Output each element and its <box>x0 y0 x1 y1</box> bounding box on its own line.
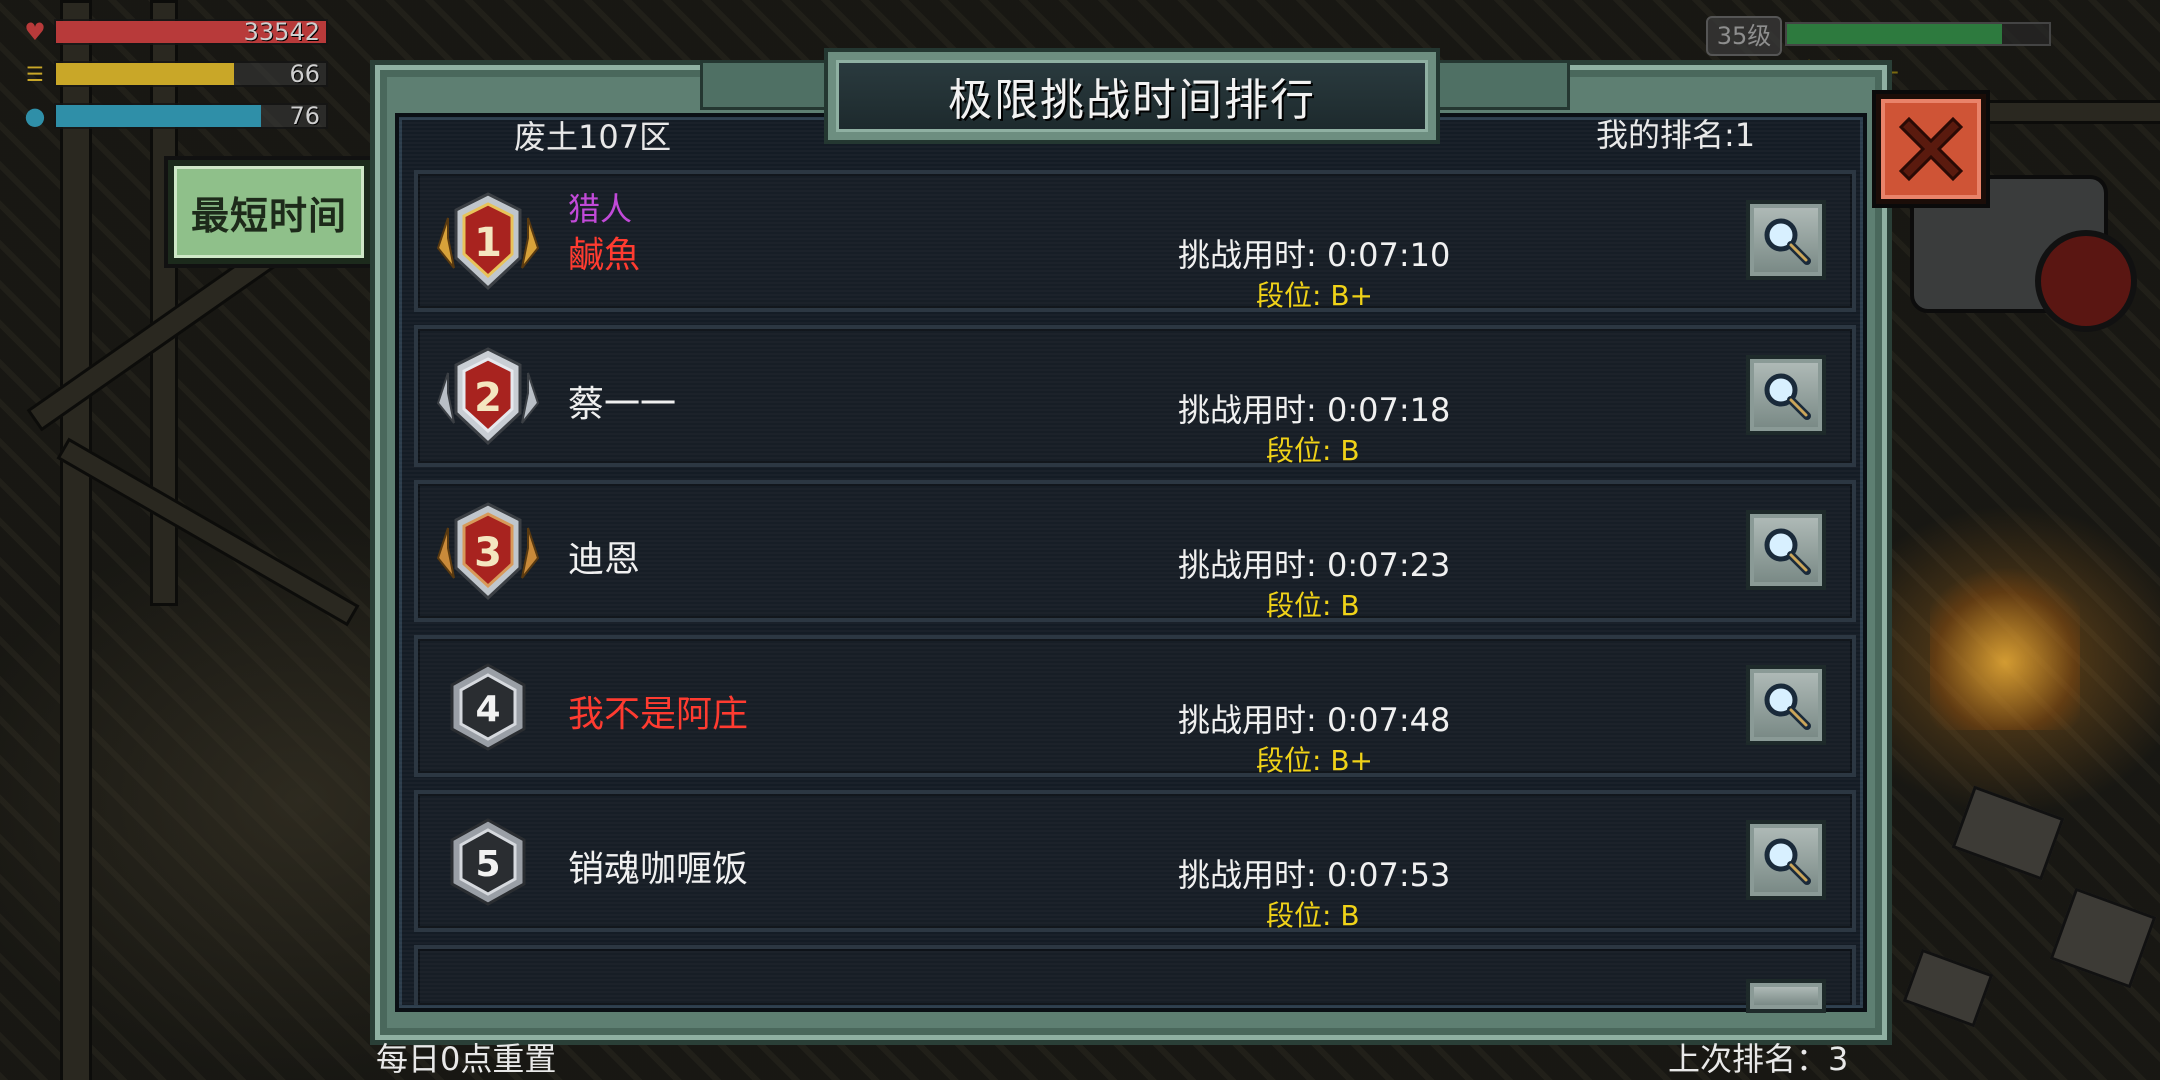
player-name: 我不是阿庄 <box>568 694 749 735</box>
challenge-time: 挑战用时: 0:07:53 <box>1178 856 1451 894</box>
daily-reset-note: 每日0点重置 <box>376 1040 557 1078</box>
title-wing-right <box>1424 60 1570 110</box>
close-button[interactable] <box>1872 90 1990 208</box>
player-grade: 段位: B <box>1266 434 1360 467</box>
xp-bar <box>1785 22 2051 46</box>
hp-stat: ♥ 33542 <box>22 18 328 46</box>
panel-title: 极限挑战时间排行 <box>948 75 1316 126</box>
medal-number-3: 3 <box>474 530 502 576</box>
challenge-time: 挑战用时: 0:07:18 <box>1178 391 1451 429</box>
panel-title-plate: 极限挑战时间排行 <box>824 48 1440 144</box>
hp-value: 33542 <box>243 18 320 46</box>
inspect-button[interactable] <box>1746 510 1826 590</box>
player-level-badge: 35级 <box>1706 16 1782 56</box>
my-rank-label: 我的排名:1 <box>1596 116 1756 154</box>
hex-rank-icon: 5 <box>450 818 526 906</box>
medal-number-4: 4 <box>475 689 500 730</box>
water-value: 76 <box>289 102 320 130</box>
xp-bar-fill <box>1787 24 2002 44</box>
player-name: 鹹魚 <box>568 235 641 276</box>
water-bar: 76 <box>54 102 328 130</box>
inspect-button[interactable] <box>1746 200 1826 280</box>
challenge-time: 挑战用时: 0:07:23 <box>1178 546 1451 584</box>
magnifier-icon <box>1764 838 1811 885</box>
medal-number-1: 1 <box>474 220 502 266</box>
player-grade: 段位: B <box>1266 589 1360 622</box>
bronze-medal-icon: 3 <box>436 502 540 601</box>
medal-number-5: 5 <box>475 844 500 885</box>
player-grade: 段位: B+ <box>1256 279 1374 312</box>
magnifier-icon <box>1764 683 1811 730</box>
player-grade: 段位: B+ <box>1256 744 1374 777</box>
hex-rank-icon: 4 <box>450 663 526 751</box>
magnifier-icon <box>1764 373 1811 420</box>
tab-shortest-time[interactable]: 最短时间 <box>164 156 374 268</box>
leaderboard-row: 3 迪恩 挑战用时: 0:07:23 段位: B <box>414 480 1856 622</box>
tab-shortest-time-label: 最短时间 <box>190 193 347 238</box>
gold-medal-icon: 1 <box>436 192 540 291</box>
inspect-button[interactable] <box>1746 355 1826 435</box>
leaderboard-row: 5 销魂咖喱饭 挑战用时: 0:07:53 段位: B <box>414 790 1856 932</box>
water-bar-fill <box>56 105 262 127</box>
leaderboard-row: 4 我不是阿庄 挑战用时: 0:07:48 段位: B+ <box>414 635 1856 777</box>
heart-icon: ♥ <box>24 18 46 46</box>
burger-icon: ☰ <box>26 62 44 86</box>
hp-bar: 33542 <box>54 18 328 46</box>
challenge-time: 挑战用时: 0:07:48 <box>1178 701 1451 739</box>
challenge-time: 挑战用时: 0:07:10 <box>1178 236 1451 274</box>
food-bar: 66 <box>54 60 328 88</box>
inspect-button[interactable] <box>1746 665 1826 745</box>
player-grade: 段位: B <box>1266 899 1360 932</box>
player-name: 迪恩 <box>568 539 641 580</box>
close-icon <box>1898 116 1964 182</box>
player-title: 猎人 <box>568 190 633 228</box>
player-name: 销魂咖喱饭 <box>568 849 749 890</box>
last-rank-label: 上次排名：3 <box>1668 1040 1849 1078</box>
water-stat: ● 76 <box>22 102 328 130</box>
leaderboard-row: 2 蔡一一 挑战用时: 0:07:18 段位: B <box>414 325 1856 467</box>
inspect-button[interactable] <box>1746 820 1826 900</box>
silver-medal-icon: 2 <box>436 347 540 446</box>
player-name: 蔡一一 <box>568 384 677 425</box>
food-stat: ☰ 66 <box>22 60 328 88</box>
leaderboard-row: 1 猎人 鹹魚 挑战用时: 0:07:10 段位: B+ <box>414 170 1856 312</box>
medal-number-2: 2 <box>474 375 502 421</box>
magnifier-icon <box>1764 528 1811 575</box>
food-bar-fill <box>56 63 235 85</box>
food-value: 66 <box>289 60 320 88</box>
magnifier-icon <box>1764 218 1811 265</box>
water-drop-icon: ● <box>24 102 46 130</box>
leaderboard-row-partial <box>414 945 1856 1013</box>
inspect-button[interactable] <box>1746 979 1826 1013</box>
server-zone-label: 废土107区 <box>514 118 672 156</box>
